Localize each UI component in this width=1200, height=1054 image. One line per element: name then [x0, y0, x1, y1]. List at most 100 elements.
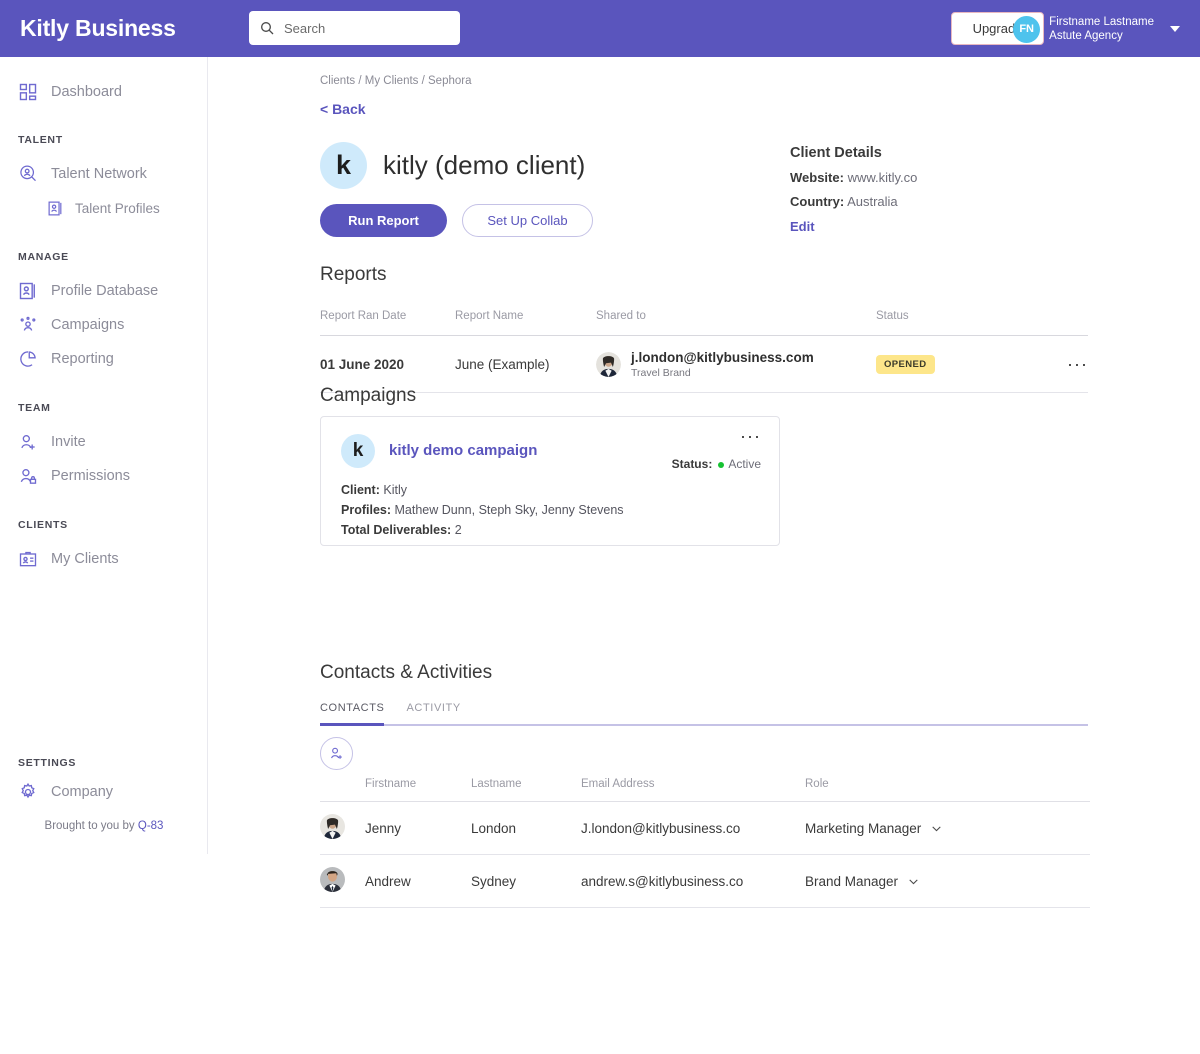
client-country-row: Country: Australia	[790, 194, 1010, 209]
add-contact-button[interactable]	[320, 737, 353, 770]
contacts-table-section: Firstname Lastname Email Address Role	[320, 778, 1090, 908]
table-row[interactable]: 01 June 2020 June (Example)	[320, 336, 1088, 393]
contact-firstname: Jenny	[365, 802, 471, 855]
footer-credit-text: Brought to you by	[45, 820, 138, 832]
campaign-logo: k	[341, 434, 375, 468]
campaign-client-value: Kitly	[383, 483, 407, 497]
sidebar-item-label: Permissions	[51, 468, 130, 484]
chevron-down-icon	[930, 822, 943, 835]
report-status-cell: OPENED	[876, 336, 1048, 393]
client-actions: Run Report Set Up Collab	[320, 204, 593, 237]
sidebar-item-dashboard[interactable]: Dashboard	[0, 75, 207, 109]
sidebar-item-talent-network[interactable]: Talent Network	[0, 157, 207, 191]
campaign-deliverables-value: 2	[455, 523, 462, 537]
chevron-down-icon[interactable]	[1170, 26, 1180, 32]
column-email-address: Email Address	[581, 778, 805, 802]
search-container[interactable]	[249, 11, 460, 45]
contact-lastname: London	[471, 802, 581, 855]
sidebar-item-label: Campaigns	[51, 317, 124, 333]
tab-activity[interactable]: ACTIVITY	[406, 702, 460, 724]
column-role: Role	[805, 778, 1090, 802]
client-details-panel: Client Details Website: www.kitly.co Cou…	[790, 145, 1010, 236]
sidebar-item-talent-profiles[interactable]: Talent Profiles	[0, 191, 207, 225]
client-logo: k	[320, 142, 367, 189]
shared-email: j.london@kitlybusiness.com	[631, 350, 814, 365]
campaign-deliverables-row: Total Deliverables: 2	[341, 523, 462, 537]
campaign-deliverables-label: Total Deliverables:	[341, 523, 451, 537]
avatar	[320, 880, 345, 895]
permissions-icon	[18, 466, 38, 486]
reports-section: Reports Report Ran Date Report Name Shar…	[320, 264, 1088, 393]
contact-role-cell[interactable]: Brand Manager	[805, 855, 1090, 908]
user-organization: Astute Agency	[1049, 29, 1154, 43]
sidebar-item-my-clients[interactable]: My Clients	[0, 542, 207, 576]
reports-table-header-row: Report Ran Date Report Name Shared to St…	[320, 310, 1088, 336]
status-badge: OPENED	[876, 355, 935, 374]
reports-table: Report Ran Date Report Name Shared to St…	[320, 310, 1088, 393]
sidebar-group-manage: MANAGE	[0, 251, 207, 263]
sidebar-group-team: TEAM	[0, 402, 207, 414]
column-shared-to: Shared to	[596, 310, 876, 336]
add-person-icon	[328, 745, 345, 762]
sidebar-item-campaigns[interactable]: Campaigns	[0, 308, 207, 342]
app-brand-title: Kitly Business	[20, 15, 220, 42]
profile-database-icon	[18, 281, 38, 301]
contacts-table-header-row: Firstname Lastname Email Address Role	[320, 778, 1090, 802]
column-report-ran-date: Report Ran Date	[320, 310, 455, 336]
contact-role-value: Brand Manager	[805, 874, 898, 889]
set-up-collab-button[interactable]: Set Up Collab	[462, 204, 593, 237]
tab-contacts[interactable]: CONTACTS	[320, 702, 384, 724]
sidebar-item-label: Reporting	[51, 351, 114, 367]
table-row[interactable]: Jenny London J.london@kitlybusiness.co M…	[320, 802, 1090, 855]
sidebar-item-permissions[interactable]: Permissions	[0, 459, 207, 493]
column-lastname: Lastname	[471, 778, 581, 802]
campaign-client-label: Client:	[341, 483, 380, 497]
reports-title: Reports	[320, 264, 1088, 286]
chevron-down-icon	[907, 875, 920, 888]
campaign-profiles-row: Profiles: Mathew Dunn, Steph Sky, Jenny …	[341, 503, 624, 517]
user-account-menu[interactable]: FN Firstname Lastname Astute Agency	[1013, 12, 1180, 46]
campaign-card[interactable]: k kitly demo campaign ··· Status:Active …	[320, 416, 780, 546]
campaign-client-row: Client: Kitly	[341, 483, 407, 497]
campaign-profiles-value: Mathew Dunn, Steph Sky, Jenny Stevens	[395, 503, 624, 517]
column-actions	[1048, 310, 1088, 336]
contact-firstname: Andrew	[365, 855, 471, 908]
column-firstname: Firstname	[365, 778, 471, 802]
footer-credit-link[interactable]: Q-83	[138, 820, 164, 832]
client-details-title: Client Details	[790, 145, 1010, 161]
breadcrumb[interactable]: Clients / My Clients / Sephora	[320, 75, 471, 87]
sidebar-item-label: Company	[51, 784, 113, 800]
column-report-name: Report Name	[455, 310, 596, 336]
contact-email: andrew.s@kitlybusiness.co	[581, 855, 805, 908]
back-link[interactable]: < Back	[320, 101, 366, 117]
sidebar-group-settings: SETTINGS	[0, 757, 76, 769]
client-header: k kitly (demo client)	[320, 142, 585, 189]
campaign-name-link[interactable]: kitly demo campaign	[389, 442, 537, 459]
campaign-menu-icon[interactable]: ···	[740, 427, 761, 445]
sidebar-item-invite[interactable]: Invite	[0, 425, 207, 459]
client-country-value: Australia	[847, 194, 898, 209]
avatar	[320, 827, 345, 842]
run-report-button[interactable]: Run Report	[320, 204, 447, 237]
table-row[interactable]: Andrew Sydney andrew.s@kitlybusiness.co …	[320, 855, 1090, 908]
row-menu-icon[interactable]: ···	[1067, 354, 1088, 374]
column-status: Status	[876, 310, 1048, 336]
sidebar-item-reporting[interactable]: Reporting	[0, 342, 207, 376]
edit-client-link[interactable]: Edit	[790, 219, 815, 234]
search-input[interactable]	[284, 21, 434, 36]
sidebar-item-company[interactable]: Company	[0, 775, 208, 809]
sidebar-group-clients: CLIENTS	[0, 519, 207, 531]
talent-profiles-icon	[47, 200, 64, 217]
client-website-value: www.kitly.co	[848, 170, 918, 185]
app-root: Kitly Business Upgrade FN Firstname Last…	[0, 0, 1200, 1054]
client-website-label: Website:	[790, 170, 844, 185]
sidebar-item-label: Profile Database	[51, 283, 158, 299]
my-clients-icon	[18, 549, 38, 569]
user-name: Firstname Lastname	[1049, 15, 1154, 29]
footer-credit: Brought to you by Q-83	[0, 820, 208, 832]
contact-avatar-cell	[320, 802, 365, 855]
campaigns-title: Campaigns	[320, 385, 416, 407]
sidebar-item-label: Talent Network	[51, 166, 147, 182]
sidebar-item-profile-database[interactable]: Profile Database	[0, 274, 207, 308]
contact-role-cell[interactable]: Marketing Manager	[805, 802, 1090, 855]
